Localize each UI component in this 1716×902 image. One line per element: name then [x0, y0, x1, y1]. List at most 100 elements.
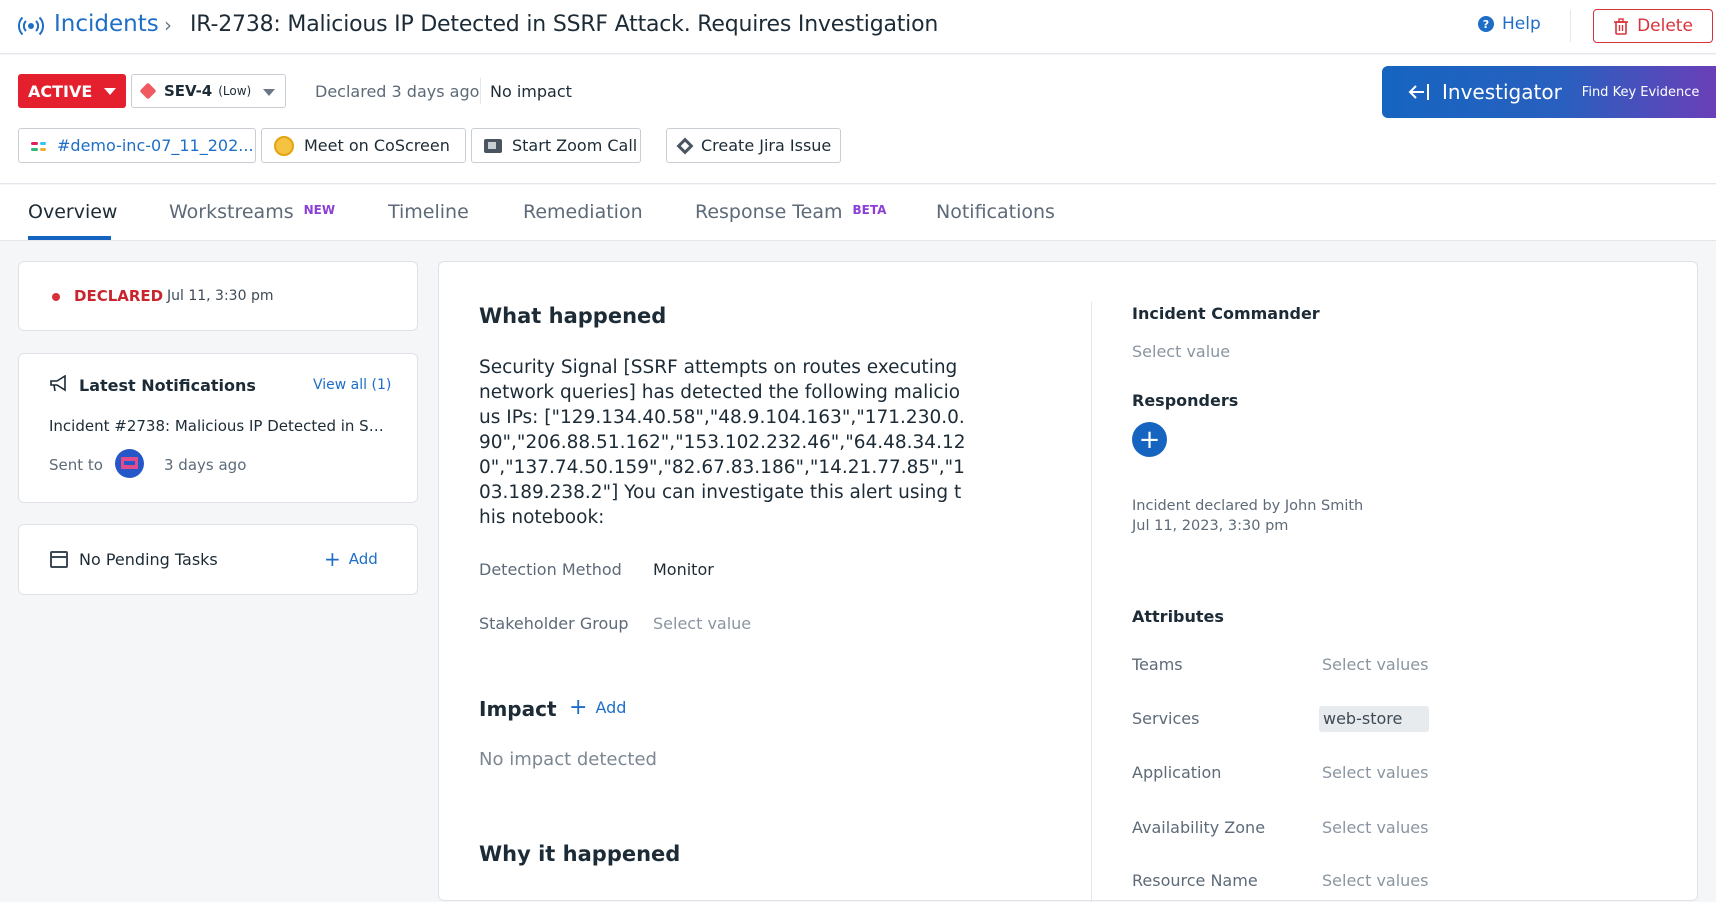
tab-notifications[interactable]: Notifications — [936, 201, 1055, 223]
detection-method-value[interactable]: Monitor — [653, 560, 714, 579]
investigator-sub: Find Key Evidence — [1581, 84, 1700, 100]
incident-header: ACTIVE SEV-4 (Low) Declared 3 days ago N… — [0, 55, 1716, 184]
tab-label: Workstreams — [169, 201, 294, 223]
no-impact-text: No impact detected — [479, 749, 657, 770]
column-divider — [1091, 302, 1092, 902]
pending-tasks-card: No Pending Tasks + Add — [18, 524, 418, 595]
service-tag[interactable]: web-store — [1319, 706, 1429, 732]
arrow-left-bar-icon — [1408, 84, 1429, 100]
tab-bar: Overview Workstreams NEW Timeline Remedi… — [0, 185, 1716, 241]
notifications-title: Latest Notifications — [79, 376, 256, 395]
attribute-select-availability-zone[interactable]: Select values — [1322, 818, 1428, 837]
add-impact-button[interactable]: + Add — [569, 694, 627, 720]
tab-response-team[interactable]: Response Team BETA — [695, 201, 886, 223]
add-responder-button[interactable]: + — [1132, 422, 1167, 457]
attributes-title: Attributes — [1132, 607, 1224, 626]
attribute-label-application: Application — [1132, 763, 1222, 782]
caret-down-icon — [263, 89, 275, 96]
what-happened-title: What happened — [479, 304, 667, 328]
coscreen-button[interactable]: Meet on CoScreen — [261, 128, 466, 163]
coscreen-label: Meet on CoScreen — [304, 136, 450, 155]
add-task-label: Add — [348, 550, 378, 568]
add-task-button[interactable]: + Add — [324, 547, 378, 571]
help-button[interactable]: ? Help — [1478, 14, 1541, 34]
overview-main-card: What happened Security Signal [SSRF atte… — [438, 261, 1698, 902]
help-label: Help — [1502, 14, 1541, 34]
trash-icon — [1614, 17, 1629, 35]
declared-date: Jul 11, 3:30 pm — [167, 288, 274, 304]
investigator-button[interactable]: Investigator Find Key Evidence — [1382, 66, 1716, 118]
detection-method-label: Detection Method — [479, 560, 622, 579]
latest-notifications-card: Latest Notifications View all (1) Incide… — [18, 353, 418, 503]
declared-by-text: Incident declared by John Smith — [1132, 498, 1364, 514]
severity-level: (Low) — [218, 84, 252, 98]
active-tab-indicator — [28, 236, 111, 240]
add-impact-label: Add — [595, 698, 627, 717]
pending-tasks-label: No Pending Tasks — [79, 550, 218, 569]
incident-commander-select[interactable]: Select value — [1132, 342, 1230, 361]
why-it-happened-title: Why it happened — [479, 842, 681, 866]
tab-label: Notifications — [936, 201, 1055, 223]
attribute-label-services: Services — [1132, 709, 1200, 728]
megaphone-icon — [50, 375, 66, 392]
jira-icon — [676, 137, 694, 154]
tab-label: Timeline — [388, 201, 469, 223]
investigator-label: Investigator — [1442, 80, 1562, 104]
chevron-right-icon: › — [164, 13, 172, 37]
status-dropdown[interactable]: ACTIVE — [18, 74, 126, 108]
tab-overview[interactable]: Overview — [28, 201, 117, 223]
severity-dropdown[interactable]: SEV-4 (Low) — [131, 74, 286, 108]
tab-label: Remediation — [523, 201, 643, 223]
tab-remediation[interactable]: Remediation — [523, 201, 643, 223]
declared-at-text: Jul 11, 2023, 3:30 pm — [1132, 518, 1289, 534]
status-label: ACTIVE — [28, 81, 93, 101]
what-happened-description[interactable]: Security Signal [SSRF attempts on routes… — [479, 355, 969, 530]
stakeholder-group-select[interactable]: Select value — [653, 614, 751, 633]
slack-icon — [31, 138, 47, 154]
plus-icon: + — [1138, 424, 1161, 455]
video-camera-icon — [484, 138, 502, 153]
notification-time: 3 days ago — [164, 456, 247, 474]
attribute-select-application[interactable]: Select values — [1322, 763, 1428, 782]
breadcrumb-incidents-link[interactable]: Incidents — [54, 11, 159, 37]
attribute-label-availability-zone: Availability Zone — [1132, 818, 1266, 837]
impact-title: Impact — [479, 697, 557, 721]
zoom-label: Start Zoom Call — [512, 136, 638, 155]
delete-button[interactable]: Delete — [1593, 9, 1713, 43]
view-all-link[interactable]: View all (1) — [313, 377, 391, 393]
tab-workstreams[interactable]: Workstreams NEW — [169, 201, 335, 223]
attribute-select-teams[interactable]: Select values — [1322, 655, 1428, 674]
plus-icon: + — [324, 547, 341, 571]
responders-label: Responders — [1132, 391, 1239, 410]
status-dot-icon — [52, 293, 60, 301]
coscreen-icon — [274, 135, 294, 156]
incidents-icon — [18, 16, 44, 36]
calendar-icon — [50, 551, 68, 568]
declared-status-card: DECLARED Jul 11, 3:30 pm — [18, 261, 418, 331]
attribute-select-resource-name[interactable]: Select values — [1322, 871, 1428, 890]
slack-channel-label: #demo-inc-07_11_202... — [57, 136, 254, 155]
plus-icon: + — [569, 694, 588, 720]
slack-channel-button[interactable]: #demo-inc-07_11_202... — [18, 128, 256, 163]
notification-message[interactable]: Incident #2738: Malicious IP Detected in… — [49, 417, 389, 435]
caret-down-icon — [104, 88, 116, 95]
stakeholder-group-label: Stakeholder Group — [479, 614, 629, 633]
declared-label: DECLARED — [74, 287, 164, 305]
jira-label: Create Jira Issue — [701, 136, 832, 155]
jira-issue-button[interactable]: Create Jira Issue — [666, 128, 841, 163]
divider — [480, 78, 481, 104]
declared-by-info: Incident declared by John Smith Jul 11, … — [1132, 496, 1363, 536]
top-bar: Incidents › IR-2738: Malicious IP Detect… — [0, 0, 1716, 54]
avatar — [115, 449, 144, 478]
incident-commander-label: Incident Commander — [1132, 304, 1320, 323]
zoom-call-button[interactable]: Start Zoom Call — [471, 128, 641, 163]
severity-label: SEV-4 — [164, 82, 213, 100]
tab-label: Response Team — [695, 201, 843, 223]
beta-badge: BETA — [852, 203, 887, 217]
tab-timeline[interactable]: Timeline — [388, 201, 469, 223]
delete-label: Delete — [1637, 16, 1693, 36]
new-badge: NEW — [303, 203, 336, 217]
divider — [1570, 10, 1571, 42]
page-title: IR-2738: Malicious IP Detected in SSRF A… — [190, 12, 939, 37]
sent-to-label: Sent to — [49, 456, 103, 474]
